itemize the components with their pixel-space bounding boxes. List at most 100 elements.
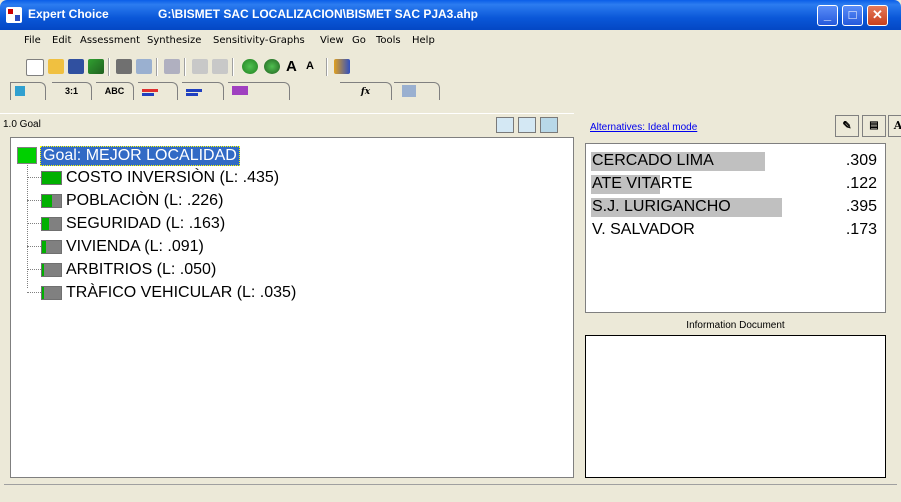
font-size-down-icon[interactable]: A xyxy=(306,59,322,74)
hierarchy-icon xyxy=(232,86,248,95)
bar-graph-icon xyxy=(142,89,158,92)
hierarchy-tree: Goal: MEJOR LOCALIDAD COSTO INVERSIÒN (L… xyxy=(10,137,574,478)
tree-connector xyxy=(27,246,41,247)
formula-icon: fx xyxy=(360,87,371,97)
tab-data-grid[interactable] xyxy=(228,82,290,100)
copy-alternatives-button[interactable]: ▤ xyxy=(862,115,886,137)
bar-graph-icon-secondary xyxy=(142,93,154,96)
menu-help[interactable]: Help xyxy=(412,35,435,46)
bar-graph-icon xyxy=(186,89,202,92)
new-file-icon[interactable] xyxy=(26,59,44,76)
save-icon[interactable] xyxy=(68,59,84,74)
window-title-file: G:\BISMET SAC LOCALIZACION\BISMET SAC PJ… xyxy=(158,7,479,21)
alternatives-header: Alternatives: Ideal mode ✎ ▤ A xyxy=(580,113,901,143)
open-folder-icon[interactable] xyxy=(48,59,64,74)
model-view-button[interactable] xyxy=(540,117,558,133)
cluster-view-button[interactable] xyxy=(518,117,536,133)
criterion-priority-box xyxy=(41,286,62,300)
toolbar-separator xyxy=(326,58,328,76)
menu-assessment[interactable]: Assessment xyxy=(80,35,140,46)
criterion-priority-box xyxy=(41,240,62,254)
criterion-label: POBLACIÒN (L: .226) xyxy=(66,192,224,209)
alternatives-mode-link[interactable]: Alternatives: Ideal mode xyxy=(590,122,697,133)
alternative-value: .395 xyxy=(845,198,877,215)
minimize-button[interactable]: _ xyxy=(817,5,838,26)
menu-view[interactable]: View xyxy=(320,35,344,46)
tab-pairwise-graphical[interactable] xyxy=(138,82,178,100)
toolbar-separator xyxy=(232,58,234,76)
criterion-label: VIVIENDA (L: .091) xyxy=(66,238,204,255)
tree-connector xyxy=(27,269,41,270)
alternative-row[interactable]: ATE VITARTE .122 xyxy=(591,173,881,195)
tab-tree-view[interactable] xyxy=(10,82,46,100)
font-icon: A xyxy=(893,119,901,132)
goal-priority-box xyxy=(17,147,37,164)
undo-icon[interactable] xyxy=(88,59,104,74)
window-title-app: Expert Choice xyxy=(28,7,109,21)
close-button[interactable]: ✕ xyxy=(867,5,888,26)
alternatives-list: CERCADO LIMA .309 ATE VITARTE .122 S.J. … xyxy=(585,143,886,313)
edit-alternatives-button[interactable]: ✎ xyxy=(835,115,859,137)
menu-synthesize[interactable]: Synthesize xyxy=(147,35,201,46)
grid-icon xyxy=(402,85,416,97)
alternative-row[interactable]: V. SALVADOR .173 xyxy=(591,219,881,241)
tab-pairwise-verbal[interactable]: ABC xyxy=(96,82,134,100)
criterion-label: COSTO INVERSIÒN (L: .435) xyxy=(66,169,280,186)
tab-grid[interactable] xyxy=(394,82,440,100)
expert-choice-app-icon xyxy=(6,7,22,23)
menu-edit[interactable]: Edit xyxy=(52,35,71,46)
node-path-label: 1.0 Goal xyxy=(3,119,41,130)
menu-tools[interactable]: Tools xyxy=(376,35,401,46)
copy-icon[interactable] xyxy=(212,59,228,74)
criterion-label: TRÀFICO VEHICULAR (L: .035) xyxy=(66,284,297,301)
title-bar: Expert Choice G:\BISMET SAC LOCALIZACION… xyxy=(0,0,901,30)
menu-file[interactable]: File xyxy=(24,35,41,46)
view-tabs: 3:1 ABC fx xyxy=(10,80,450,102)
menu-bar: File Edit Assessment Synthesize Sensitiv… xyxy=(0,30,901,52)
refresh-all-icon[interactable] xyxy=(264,59,280,74)
toolbar-separator xyxy=(156,58,158,76)
criterion-priority-box xyxy=(41,171,62,185)
menu-go[interactable]: Go xyxy=(352,35,366,46)
goal-label: Goal: MEJOR LOCALIDAD xyxy=(40,146,240,166)
tab-questionnaire[interactable] xyxy=(182,82,224,100)
maximize-icon: □ xyxy=(848,7,857,22)
menu-sensitivity-graphs[interactable]: Sensitivity-Graphs xyxy=(213,35,305,46)
bar-graph-icon-secondary xyxy=(186,93,198,96)
tree-connector xyxy=(27,177,41,178)
criterion-label: ARBITRIOS (L: .050) xyxy=(66,261,217,278)
criterion-label: SEGURIDAD (L: .163) xyxy=(66,215,226,232)
information-document-area[interactable] xyxy=(585,335,886,478)
tree-view-button[interactable] xyxy=(496,117,514,133)
print-preview-icon[interactable] xyxy=(136,59,152,74)
alternative-name: V. SALVADOR xyxy=(592,221,695,238)
criterion-priority-box xyxy=(41,263,62,277)
alternative-value: .309 xyxy=(845,152,877,169)
tree-view-icon xyxy=(15,86,25,96)
tree-connector xyxy=(27,292,41,293)
toolbar-separator xyxy=(184,58,186,76)
maximize-button[interactable]: □ xyxy=(842,5,863,26)
alternative-row[interactable]: CERCADO LIMA .309 xyxy=(591,150,881,172)
pencil-icon: ✎ xyxy=(842,120,852,132)
tree-header: 1.0 Goal xyxy=(0,113,574,136)
alternative-value: .173 xyxy=(845,221,877,238)
minimize-icon: _ xyxy=(823,7,832,22)
tab-formula[interactable]: fx xyxy=(340,82,392,100)
tree-connector xyxy=(27,223,41,224)
tab-pairwise-numerical[interactable]: 3:1 xyxy=(52,82,92,100)
font-button[interactable]: A xyxy=(888,115,901,137)
alternative-value: .122 xyxy=(845,175,877,192)
print-icon[interactable] xyxy=(116,59,132,74)
status-bar xyxy=(4,484,897,501)
main-toolbar: A A xyxy=(10,55,480,79)
tree-connector xyxy=(27,200,41,201)
alternative-name: S.J. LURIGANCHO xyxy=(592,198,731,215)
cut-icon[interactable] xyxy=(192,59,208,74)
refresh-icon[interactable] xyxy=(242,59,258,74)
font-size-up-icon[interactable]: A xyxy=(286,59,302,74)
users-icon[interactable] xyxy=(334,59,350,74)
toolbar-separator xyxy=(108,58,110,76)
insert-node-icon[interactable] xyxy=(164,59,180,74)
alternative-row[interactable]: S.J. LURIGANCHO .395 xyxy=(591,196,881,218)
